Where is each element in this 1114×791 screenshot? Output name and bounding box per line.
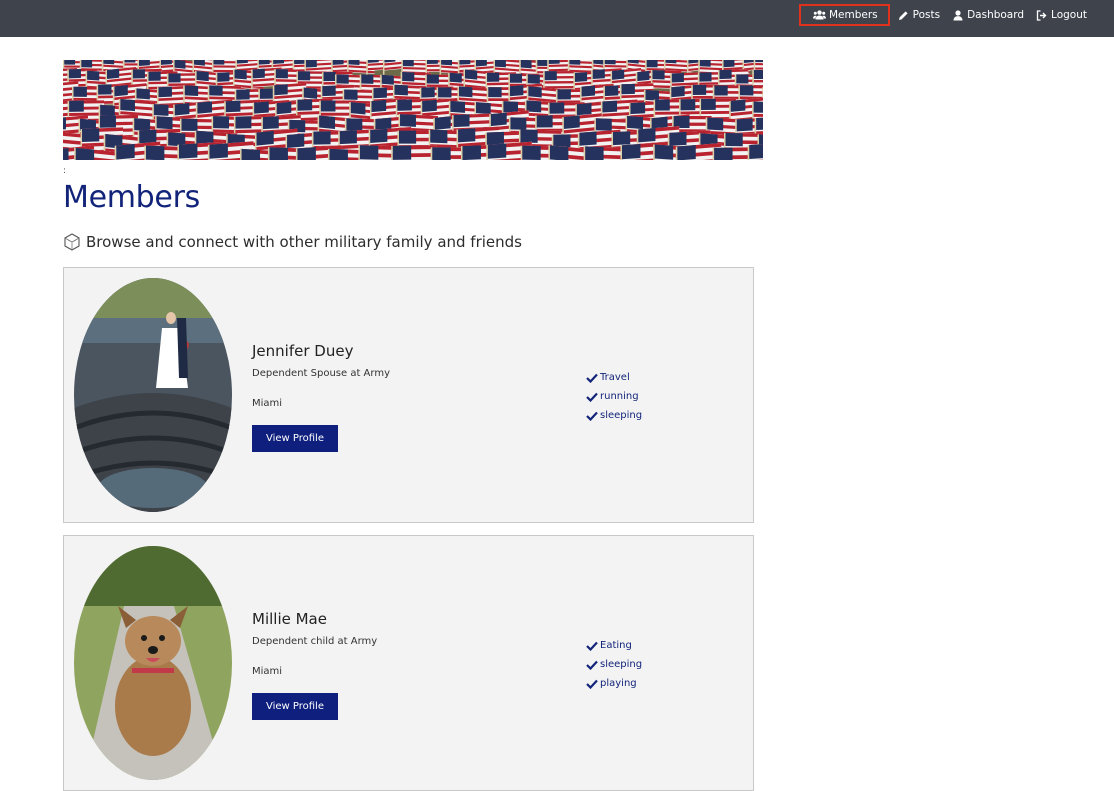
member-role: Dependent Spouse at Army [252, 368, 390, 379]
user-icon [951, 10, 964, 21]
member-avatar [74, 278, 232, 512]
pencil-icon [897, 10, 910, 21]
member-avatar [74, 546, 232, 780]
view-profile-button[interactable]: View Profile [252, 693, 338, 720]
nav-links: Members Posts Dashboard Logout [799, 3, 1094, 27]
member-name: Millie Mae [252, 610, 327, 628]
interest-item: Travel [586, 368, 642, 387]
subtitle-text: Browse and connect with other military f… [86, 233, 522, 251]
interest-item: Eating [586, 636, 642, 655]
member-name: Jennifer Duey [252, 342, 353, 360]
check-icon [586, 641, 598, 651]
check-icon [586, 373, 598, 383]
users-icon [813, 10, 826, 21]
page-subtitle: Browse and connect with other military f… [63, 233, 522, 251]
check-icon [586, 411, 598, 421]
member-city: Miami [252, 666, 282, 677]
interests-list: Travel running sleeping [586, 368, 642, 425]
nav-logout[interactable]: Logout [1031, 4, 1094, 26]
nav-members-label: Members [829, 9, 878, 21]
nav-members[interactable]: Members [799, 4, 890, 26]
member-role: Dependent child at Army [252, 636, 377, 647]
connect-icon [63, 233, 81, 251]
member-city: Miami [252, 398, 282, 409]
interest-item: running [586, 387, 642, 406]
member-card: Jennifer Duey Dependent Spouse at Army M… [63, 267, 754, 523]
interest-label: sleeping [600, 410, 642, 421]
interest-item: sleeping [586, 406, 642, 425]
interest-label: Travel [600, 372, 630, 383]
nav-dashboard[interactable]: Dashboard [947, 4, 1031, 26]
interest-label: Eating [600, 640, 632, 651]
flags-banner-image [63, 60, 763, 160]
check-icon [586, 392, 598, 402]
nav-posts[interactable]: Posts [893, 4, 947, 26]
interest-label: sleeping [600, 659, 642, 670]
nav-posts-label: Posts [913, 9, 940, 21]
logout-icon [1035, 10, 1048, 21]
interest-item: playing [586, 674, 642, 693]
view-profile-button[interactable]: View Profile [252, 425, 338, 452]
nav-logout-label: Logout [1051, 9, 1087, 21]
check-icon [586, 679, 598, 689]
check-icon [586, 660, 598, 670]
stray-colon: : [63, 166, 66, 176]
top-navbar: Members Posts Dashboard Logout [0, 0, 1114, 37]
interest-item: sleeping [586, 655, 642, 674]
nav-dashboard-label: Dashboard [967, 9, 1024, 21]
interests-list: Eating sleeping playing [586, 636, 642, 693]
interest-label: running [600, 391, 639, 402]
page-title: Members [63, 180, 200, 215]
member-card: Millie Mae Dependent child at Army Miami… [63, 535, 754, 791]
interest-label: playing [600, 678, 637, 689]
